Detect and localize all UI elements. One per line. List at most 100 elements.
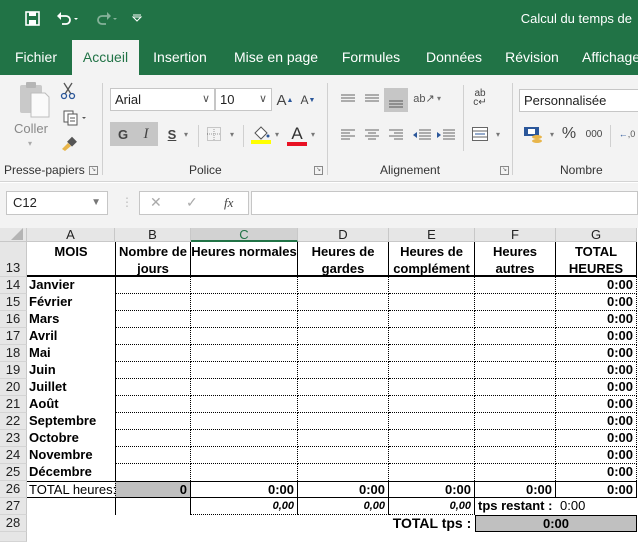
data-cell[interactable] bbox=[389, 362, 475, 379]
month-cell[interactable]: Juin bbox=[27, 362, 115, 379]
month-total-cell[interactable]: 0:00 bbox=[556, 430, 637, 447]
grand-total-value[interactable]: 0:00 bbox=[475, 515, 637, 532]
data-cell[interactable] bbox=[115, 379, 191, 396]
data-cell[interactable] bbox=[389, 430, 475, 447]
fill-color-button[interactable] bbox=[250, 123, 272, 147]
month-total-cell[interactable]: 0:00 bbox=[556, 345, 637, 362]
column-title-cell[interactable]: Heures normales bbox=[191, 242, 298, 277]
data-cell[interactable] bbox=[115, 464, 191, 481]
data-cell[interactable] bbox=[298, 413, 389, 430]
row-header-26[interactable]: 26 bbox=[0, 481, 27, 498]
shrink-font-button[interactable]: A ▼ bbox=[299, 90, 317, 110]
month-cell[interactable]: Septembre bbox=[27, 413, 115, 430]
data-cell[interactable] bbox=[475, 345, 556, 362]
data-cell[interactable] bbox=[115, 413, 191, 430]
row-header-25[interactable]: 25 bbox=[0, 464, 27, 481]
align-right-icon[interactable] bbox=[386, 125, 406, 145]
data-cell[interactable] bbox=[389, 379, 475, 396]
select-all-corner[interactable] bbox=[0, 228, 27, 242]
data-cell[interactable] bbox=[389, 328, 475, 345]
total-label-cell[interactable]: TOTAL heures: bbox=[27, 481, 115, 498]
merge-dropdown-icon[interactable]: ▾ bbox=[493, 124, 503, 144]
column-header-c[interactable]: C bbox=[191, 228, 298, 242]
column-title-cell[interactable]: Heures de gardes bbox=[298, 242, 389, 277]
month-total-cell[interactable]: 0:00 bbox=[556, 464, 637, 481]
month-cell[interactable]: Janvier bbox=[27, 277, 115, 294]
underline-dropdown-icon[interactable]: ▾ bbox=[180, 124, 192, 144]
orientation-icon[interactable]: ab↗ bbox=[413, 88, 434, 108]
data-cell[interactable] bbox=[475, 430, 556, 447]
column-title-cell[interactable]: Heures autres bbox=[475, 242, 556, 277]
data-cell[interactable] bbox=[191, 362, 298, 379]
merge-center-icon[interactable] bbox=[470, 123, 490, 145]
data-cell[interactable] bbox=[191, 447, 298, 464]
data-cell[interactable] bbox=[298, 396, 389, 413]
month-cell[interactable]: Février bbox=[27, 294, 115, 311]
month-cell[interactable]: Décembre bbox=[27, 464, 115, 481]
align-middle-icon[interactable] bbox=[362, 88, 382, 108]
month-total-cell[interactable]: 0:00 bbox=[556, 413, 637, 430]
decrease-indent-icon[interactable] bbox=[411, 125, 433, 145]
formula-input[interactable] bbox=[251, 191, 638, 215]
paste-dropdown-icon[interactable]: ▾ bbox=[28, 139, 32, 148]
data-cell[interactable] bbox=[115, 447, 191, 464]
row-header-28[interactable]: 28 bbox=[0, 515, 27, 532]
tab-formules[interactable]: Formules bbox=[334, 40, 408, 75]
column-header-a[interactable]: A bbox=[27, 228, 115, 242]
comma-style-button[interactable]: 000 bbox=[582, 123, 606, 145]
data-cell[interactable] bbox=[191, 328, 298, 345]
data-cell[interactable] bbox=[475, 362, 556, 379]
data-cell[interactable] bbox=[191, 277, 298, 294]
font-color-button[interactable]: A bbox=[286, 123, 308, 147]
data-cell[interactable] bbox=[115, 396, 191, 413]
alignment-launcher-icon[interactable]: ↘ bbox=[500, 166, 509, 175]
paste-icon[interactable] bbox=[14, 80, 54, 120]
data-cell[interactable] bbox=[298, 277, 389, 294]
month-total-cell[interactable]: 0:00 bbox=[556, 447, 637, 464]
customize-qat-icon[interactable] bbox=[128, 8, 146, 28]
data-cell[interactable] bbox=[115, 430, 191, 447]
data-cell[interactable] bbox=[475, 294, 556, 311]
format-painter-icon[interactable] bbox=[58, 133, 80, 153]
data-cell[interactable] bbox=[298, 430, 389, 447]
total-complement-cell[interactable]: 0:00 bbox=[389, 481, 475, 498]
month-total-cell[interactable]: 0:00 bbox=[556, 277, 637, 294]
data-cell[interactable] bbox=[389, 413, 475, 430]
row-header-17[interactable]: 17 bbox=[0, 328, 27, 345]
cell[interactable] bbox=[115, 498, 191, 515]
data-cell[interactable] bbox=[475, 396, 556, 413]
undo-icon[interactable] bbox=[55, 8, 81, 28]
month-cell[interactable]: Mars bbox=[27, 311, 115, 328]
data-cell[interactable] bbox=[389, 447, 475, 464]
total-normales-cell[interactable]: 0:00 bbox=[191, 481, 298, 498]
data-cell[interactable] bbox=[191, 294, 298, 311]
total-days-cell[interactable]: 0 bbox=[115, 481, 191, 498]
tab-donnees[interactable]: Données bbox=[418, 40, 490, 75]
data-cell[interactable] bbox=[475, 328, 556, 345]
month-total-cell[interactable]: 0:00 bbox=[556, 294, 637, 311]
column-title-cell[interactable]: Heures de complément bbox=[389, 242, 475, 277]
accounting-format-icon[interactable] bbox=[521, 124, 547, 146]
data-cell[interactable] bbox=[475, 447, 556, 464]
data-cell[interactable] bbox=[115, 277, 191, 294]
row-header-21[interactable]: 21 bbox=[0, 396, 27, 413]
month-cell[interactable]: Août bbox=[27, 396, 115, 413]
total-gardes-cell[interactable]: 0:00 bbox=[298, 481, 389, 498]
data-cell[interactable] bbox=[298, 464, 389, 481]
data-cell[interactable] bbox=[475, 277, 556, 294]
column-header-b[interactable]: B bbox=[115, 228, 191, 242]
row-header-18[interactable]: 18 bbox=[0, 345, 27, 362]
align-top-icon[interactable] bbox=[338, 88, 358, 108]
tab-fichier[interactable]: Fichier bbox=[6, 40, 66, 75]
data-cell[interactable] bbox=[115, 345, 191, 362]
tab-affichage[interactable]: Affichage bbox=[577, 40, 638, 75]
cancel-icon[interactable]: ✕ bbox=[150, 194, 162, 211]
bold-button[interactable]: G bbox=[113, 124, 133, 144]
row-header-19[interactable]: 19 bbox=[0, 362, 27, 379]
tab-mise-en-page[interactable]: Mise en page bbox=[226, 40, 326, 75]
month-cell[interactable]: Juillet bbox=[27, 379, 115, 396]
font-color-dropdown-icon[interactable]: ▾ bbox=[308, 124, 318, 144]
month-cell[interactable]: Novembre bbox=[27, 447, 115, 464]
tab-accueil[interactable]: Accueil bbox=[72, 40, 139, 75]
decimal-normales-cell[interactable]: 0,00 bbox=[191, 498, 298, 515]
